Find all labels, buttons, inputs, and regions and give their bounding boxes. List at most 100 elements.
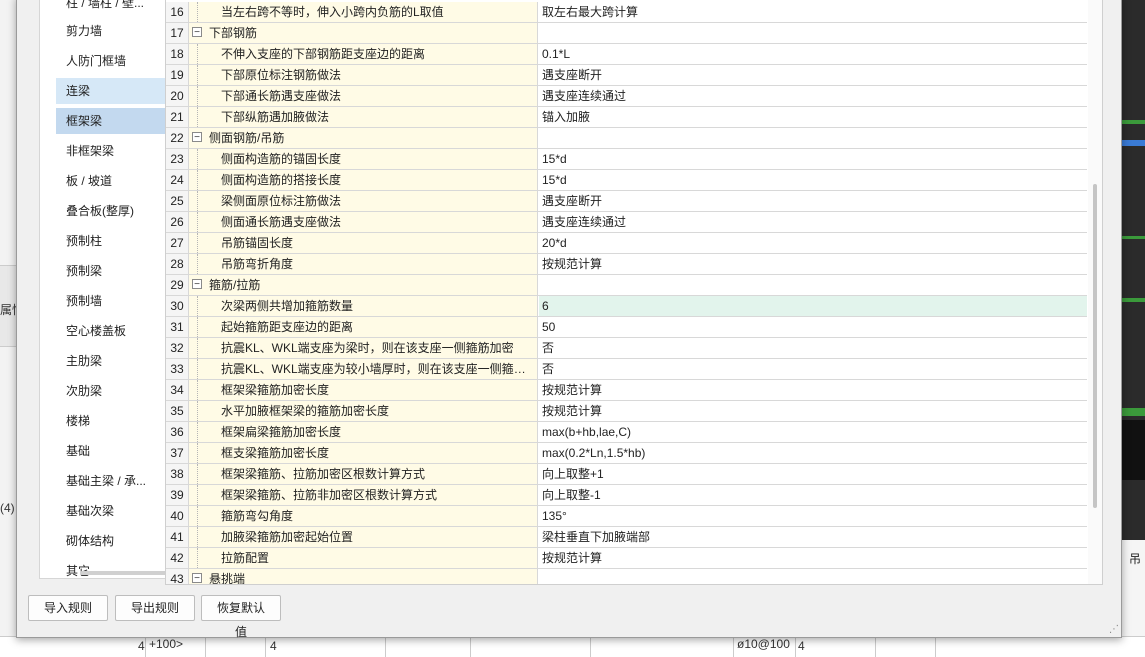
rule-value-cell[interactable]: 0.1*L: [539, 44, 1087, 64]
grid-row[interactable]: 40 箍筋弯勾角度 135°: [166, 506, 1087, 527]
category-item[interactable]: 砌体结构: [56, 528, 166, 554]
grid-row[interactable]: 16 当左右跨不等时，伸入小跨内负筋的L取值 取左右最大跨计算: [166, 2, 1087, 23]
category-item[interactable]: 主肋梁: [56, 348, 166, 374]
rule-value-cell[interactable]: 20*d: [539, 233, 1087, 253]
collapse-toggle-icon[interactable]: −: [192, 27, 202, 38]
rule-value-cell[interactable]: 按规范计算: [539, 401, 1087, 421]
rule-value-cell[interactable]: 遇支座连续通过: [539, 86, 1087, 106]
grid-group-row[interactable]: 29− 箍筋/拉筋: [166, 275, 1087, 296]
rule-value-cell[interactable]: 6: [539, 296, 1087, 316]
resize-grip-icon[interactable]: ⋰: [1109, 625, 1119, 635]
collapse-toggle-icon[interactable]: −: [192, 573, 202, 584]
category-item[interactable]: 人防门框墙: [56, 48, 166, 74]
background-cell: ø10@100: [737, 637, 790, 651]
rule-value-cell[interactable]: max(b+hb,lae,C): [539, 422, 1087, 442]
tree-guide-line: [197, 338, 199, 358]
rule-value-cell[interactable]: 否: [539, 338, 1087, 358]
rule-value-cell[interactable]: 15*d: [539, 149, 1087, 169]
grid-row[interactable]: 41 加腋梁箍筋加密起始位置 梁柱垂直下加腋端部: [166, 527, 1087, 548]
grid-row[interactable]: 42 拉筋配置 按规范计算: [166, 548, 1087, 569]
grid-scrollbar-thumb[interactable]: [1093, 184, 1097, 508]
grid-row[interactable]: 25 梁侧面原位标注筋做法 遇支座断开: [166, 191, 1087, 212]
grid-row[interactable]: 37 框支梁箍筋加密长度 max(0.2*Ln,1.5*hb): [166, 443, 1087, 464]
category-item[interactable]: 板 / 坡道: [56, 168, 166, 194]
rule-value-cell[interactable]: 遇支座连续通过: [539, 212, 1087, 232]
rule-name-cell: 侧面构造筋的搭接长度: [189, 170, 538, 190]
collapse-toggle-icon[interactable]: −: [192, 279, 202, 290]
rule-value-cell[interactable]: 按规范计算: [539, 254, 1087, 274]
category-item[interactable]: 空心楼盖板: [56, 318, 166, 344]
grid-row[interactable]: 38 框架梁箍筋、拉筋加密区根数计算方式 向上取整+1: [166, 464, 1087, 485]
rule-value-cell[interactable]: 135°: [539, 506, 1087, 526]
category-item[interactable]: 楼梯: [56, 408, 166, 434]
rule-value-cell[interactable]: 50: [539, 317, 1087, 337]
rule-value-cell[interactable]: [539, 275, 1087, 295]
category-item[interactable]: 预制柱: [56, 228, 166, 254]
grid-row[interactable]: 35 水平加腋框架梁的箍筋加密长度 按规范计算: [166, 401, 1087, 422]
rule-value-cell[interactable]: 梁柱垂直下加腋端部: [539, 527, 1087, 547]
rule-value-cell[interactable]: 否: [539, 359, 1087, 379]
grid-row[interactable]: 33 抗震KL、WKL端支座为较小墙厚时，则在该支座一侧箍筋加密否: [166, 359, 1087, 380]
grid-row[interactable]: 27 吊筋锚固长度 20*d: [166, 233, 1087, 254]
rule-value-cell[interactable]: [539, 569, 1087, 584]
category-horizontal-scrollbar[interactable]: [80, 571, 170, 575]
category-item[interactable]: 叠合板(整厚): [56, 198, 166, 224]
category-item[interactable]: 基础: [56, 438, 166, 464]
category-item[interactable]: 柱 / 墙柱 / 壁...: [56, 0, 166, 16]
rule-value-cell[interactable]: 按规范计算: [539, 380, 1087, 400]
category-item[interactable]: 基础主梁 / 承...: [56, 468, 166, 494]
grid-row[interactable]: 39 框架梁箍筋、拉筋非加密区根数计算方式 向上取整-1: [166, 485, 1087, 506]
category-item[interactable]: 基础次梁: [56, 498, 166, 524]
rule-value-cell[interactable]: 向上取整-1: [539, 485, 1087, 505]
grid-group-row[interactable]: 17− 下部钢筋: [166, 23, 1087, 44]
grid-row[interactable]: 36 框架扁梁箍筋加密长度 max(b+hb,lae,C): [166, 422, 1087, 443]
rule-value-cell[interactable]: 向上取整+1: [539, 464, 1087, 484]
grid-group-row[interactable]: 22− 侧面钢筋/吊筋: [166, 128, 1087, 149]
category-item[interactable]: 预制墙: [56, 288, 166, 314]
rule-value-cell[interactable]: 遇支座断开: [539, 191, 1087, 211]
rule-name: 次梁两侧共增加箍筋数量: [221, 299, 354, 313]
grid-row[interactable]: 31 起始箍筋距支座边的距离 50: [166, 317, 1087, 338]
grid-row[interactable]: 26 侧面通长筋遇支座做法 遇支座连续通过: [166, 212, 1087, 233]
grid-row[interactable]: 20 下部通长筋遇支座做法 遇支座连续通过: [166, 86, 1087, 107]
rule-name-cell: 当左右跨不等时，伸入小跨内负筋的L取值: [189, 2, 538, 22]
category-item-hovered[interactable]: 连梁: [56, 78, 166, 104]
rule-value-cell[interactable]: 取左右最大跨计算: [539, 2, 1087, 22]
rule-name: 框支梁箍筋加密长度: [221, 446, 330, 460]
rule-value-cell[interactable]: 按规范计算: [539, 548, 1087, 568]
category-item[interactable]: 剪力墙: [56, 18, 166, 44]
rule-value-cell[interactable]: 15*d: [539, 170, 1087, 190]
export-rules-button[interactable]: 导出规则: [115, 595, 195, 621]
grid-row[interactable]: 32 抗震KL、WKL端支座为梁时，则在该支座一侧箍筋加密 否: [166, 338, 1087, 359]
rule-value-cell[interactable]: 遇支座断开: [539, 65, 1087, 85]
restore-defaults-button[interactable]: 恢复默认值: [201, 595, 281, 639]
grid-row[interactable]: 30 次梁两侧共增加箍筋数量 6: [166, 296, 1087, 317]
grid-row[interactable]: 34 框架梁箍筋加密长度 按规范计算: [166, 380, 1087, 401]
collapse-toggle-icon[interactable]: −: [192, 132, 202, 143]
grid-row[interactable]: 28 吊筋弯折角度 按规范计算: [166, 254, 1087, 275]
grid-row[interactable]: 23 侧面构造筋的锚固长度 15*d: [166, 149, 1087, 170]
rule-name: 水平加腋框架梁的箍筋加密长度: [221, 404, 390, 418]
rule-name: 吊筋弯折角度: [221, 257, 294, 271]
import-rules-button[interactable]: 导入规则: [28, 595, 108, 621]
grid-group-row[interactable]: 43− 悬挑端: [166, 569, 1087, 584]
rule-value-cell[interactable]: [539, 23, 1087, 43]
rule-name: 下部通长筋遇支座做法: [221, 89, 342, 103]
category-item[interactable]: 其它: [56, 558, 166, 578]
rule-name-cell: 下部纵筋遇加腋做法: [189, 107, 538, 127]
row-number: 34: [166, 380, 189, 400]
category-item[interactable]: 次肋梁: [56, 378, 166, 404]
rule-value-cell[interactable]: [539, 128, 1087, 148]
grid-row[interactable]: 19 下部原位标注钢筋做法 遇支座断开: [166, 65, 1087, 86]
category-item[interactable]: 预制梁: [56, 258, 166, 284]
grid-row[interactable]: 18 不伸入支座的下部钢筋距支座边的距离 0.1*L: [166, 44, 1087, 65]
rule-value-cell[interactable]: 锚入加腋: [539, 107, 1087, 127]
grid-row[interactable]: 21 下部纵筋遇加腋做法 锚入加腋: [166, 107, 1087, 128]
category-item-selected[interactable]: 框架梁: [56, 108, 166, 134]
category-item[interactable]: 非框架梁: [56, 138, 166, 164]
rule-value-cell[interactable]: max(0.2*Ln,1.5*hb): [539, 443, 1087, 463]
tree-guide-line: [197, 191, 199, 211]
rule-name-cell: 框架梁箍筋、拉筋加密区根数计算方式: [189, 464, 538, 484]
grid-row[interactable]: 24 侧面构造筋的搭接长度 15*d: [166, 170, 1087, 191]
row-number: 23: [166, 149, 189, 169]
